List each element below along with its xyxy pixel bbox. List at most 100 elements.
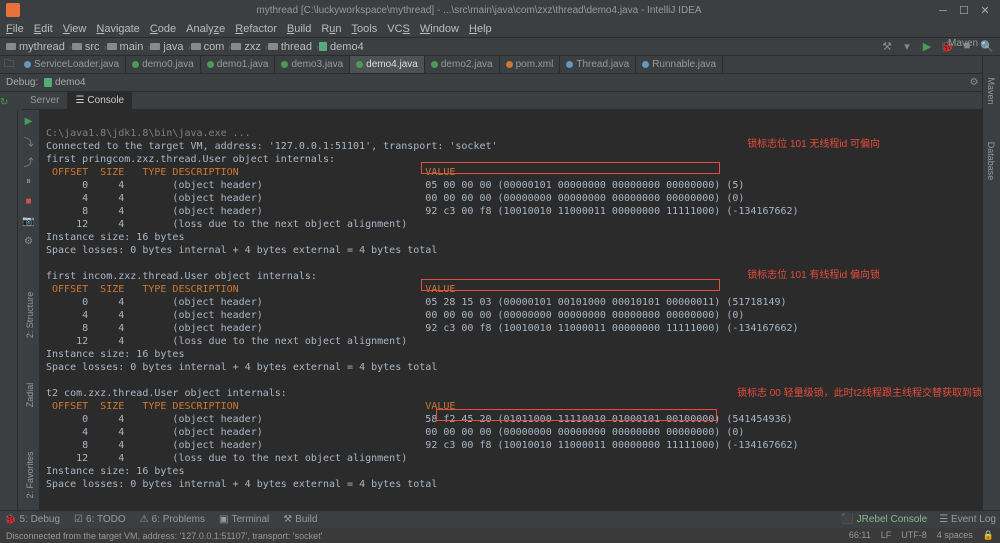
menu-help[interactable]: Help [469,23,492,35]
menu-vcs[interactable]: VCS [387,23,410,35]
editor-tabs-bar: 🗀 ServiceLoader.javademo0.java demo1.java… [0,56,1000,74]
highlight-box-1 [421,162,720,174]
console-line: Space losses: 0 bytes internal + 4 bytes… [46,362,437,373]
menu-edit[interactable]: Edit [34,23,53,35]
console-tabs: ↻ Server ☰Console [0,92,1000,110]
app-logo-icon [6,3,20,17]
stop-icon[interactable]: ■ [22,194,36,208]
close-icon[interactable]: ✕ [976,4,994,17]
rail-favorites[interactable]: 2: Favorites [25,445,35,505]
tab-label: demo3.java [291,59,343,70]
server-tab[interactable]: Server [22,92,67,109]
bt-eventlog[interactable]: ☰ Event Log [939,514,996,525]
status-pos[interactable]: 66:11 [849,530,871,541]
file-type-icon [132,61,139,68]
step-icon[interactable]: ⤵ [22,134,36,148]
bottom-tools: 🐞 5: Debug ☑ 6: TODO ⚠ 6: Problems ▣ Ter… [0,510,1000,528]
editor-tab-demo1-java[interactable]: demo1.java [201,56,276,73]
settings-icon[interactable]: ⚙ [22,234,36,248]
bt-terminal[interactable]: ▣ Terminal [219,514,269,525]
menu-tools[interactable]: Tools [352,23,378,35]
console-line: Instance size: 16 bytes [46,232,184,243]
rail-database[interactable]: Database [986,131,996,191]
editor-tab-demo0-java[interactable]: demo0.java [126,56,201,73]
crumb-mythread[interactable]: mythread [6,41,65,53]
debug-tab[interactable]: demo4 [55,77,86,88]
editor-tab-demo2-java[interactable]: demo2.java [425,56,500,73]
console-line: Instance size: 16 bytes [46,349,184,360]
console-line: 4 4 (object header) 00 00 00 00 (0000000… [46,310,744,321]
crumb-main[interactable]: main [107,41,144,53]
editor-tab-ServiceLoader-java[interactable]: ServiceLoader.java [18,56,126,73]
editor-tab-Thread-java[interactable]: Thread.java [560,56,636,73]
statusbar: Disconnected from the target VM, address… [0,528,1000,543]
crumb-zxz[interactable]: zxz [231,41,261,53]
menu-code[interactable]: Code [150,23,176,35]
status-enc[interactable]: UTF-8 [901,530,927,541]
console-line: C:\java1.8\jdk1.8\bin\java.exe ... [46,128,251,139]
menu-window[interactable]: Window [420,23,459,35]
editor-tab-Runnable-java[interactable]: Runnable.java [636,56,723,73]
pause-icon[interactable]: ⏸ [22,174,36,188]
console-line: 0 4 (object header) 05 28 15 03 (0000010… [46,297,787,308]
status-lf[interactable]: LF [881,530,892,541]
crumb-thread[interactable]: thread [268,41,312,53]
rail-zadial[interactable]: Zadial [25,365,35,425]
file-type-icon [281,61,288,68]
status-spaces[interactable]: 4 spaces [937,530,973,541]
menu-refactor[interactable]: Refactor [235,23,277,35]
editor-tab-demo3-java[interactable]: demo3.java [275,56,350,73]
bt-build[interactable]: ⚒ Build [283,514,317,525]
build-icon[interactable]: ⚒ [880,40,894,53]
minimize-icon[interactable]: ─ [934,5,952,17]
restart-icon[interactable]: ↻ [0,97,8,108]
bt-jrebel[interactable]: ⬛ JRebel Console [841,514,927,525]
menu-file[interactable]: File [6,23,24,35]
file-type-icon [24,61,31,68]
crumb-src[interactable]: src [72,41,100,53]
camera-icon[interactable]: 📷 [22,214,36,228]
step-over-icon[interactable]: ⤴ [22,154,36,168]
menu-run[interactable]: Run [321,23,341,35]
lock-icon[interactable]: 🔒 [983,530,994,541]
console-line: Connected to the target VM, address: '12… [46,141,498,152]
crumb-java[interactable]: java [150,41,183,53]
menu-navigate[interactable]: Navigate [96,23,139,35]
maven-label[interactable]: Maven [948,38,978,49]
menu-view[interactable]: View [63,23,87,35]
console-line: Instance size: 16 bytes [46,466,184,477]
maximize-icon[interactable]: ☐ [955,4,973,17]
run-config-icon[interactable]: ▾ [900,40,914,53]
editor-tab-demo4-java[interactable]: demo4.java [350,56,425,73]
folder-icon [231,43,241,50]
rail-structure[interactable]: 2: Structure [25,285,35,345]
java-file-icon [44,78,52,87]
bt-todo[interactable]: ☑ 6: TODO [74,514,126,525]
console-tab[interactable]: ☰Console [67,92,132,109]
breadcrumb-bar: mythread› src› main› java› com› zxz› thr… [0,38,1000,56]
file-type-icon [207,61,214,68]
bt-debug[interactable]: 🐞 5: Debug [4,514,60,525]
console-output[interactable]: C:\java1.8\jdk1.8\bin\java.exe ... Conne… [40,110,1000,510]
menu-analyze[interactable]: Analyze [186,23,225,35]
crumb-demo4[interactable]: demo4 [319,41,364,53]
bt-problems[interactable]: ⚠ 6: Problems [140,514,205,525]
tab-label: Thread.java [576,59,629,70]
resume-icon[interactable]: ▶ [22,114,36,128]
file-type-icon [506,61,513,68]
rail-maven[interactable]: Maven [986,61,996,121]
crumb-com[interactable]: com [191,41,225,53]
search-icon[interactable]: 🔍 [980,40,994,53]
editor-tab-pom-xml[interactable]: pom.xml [500,56,561,73]
run-icon[interactable]: ▶ [920,40,934,53]
tab-label: demo1.java [217,59,269,70]
folder-icon [72,43,82,50]
console-line: 4 4 (object header) 00 00 00 00 (0000000… [46,427,744,438]
menu-build[interactable]: Build [287,23,311,35]
project-tab[interactable]: 🗀 [0,56,18,74]
window-title: mythread [C:\luckyworkspace\mythread] - … [24,5,934,16]
debug-label: Debug: [6,77,38,88]
console-line: t2 com.zxz.thread.User object internals: [46,388,287,399]
console-line: Space losses: 0 bytes internal + 4 bytes… [46,245,437,256]
console-header: OFFSET SIZE TYPE DESCRIPTION VALUE [46,401,455,412]
